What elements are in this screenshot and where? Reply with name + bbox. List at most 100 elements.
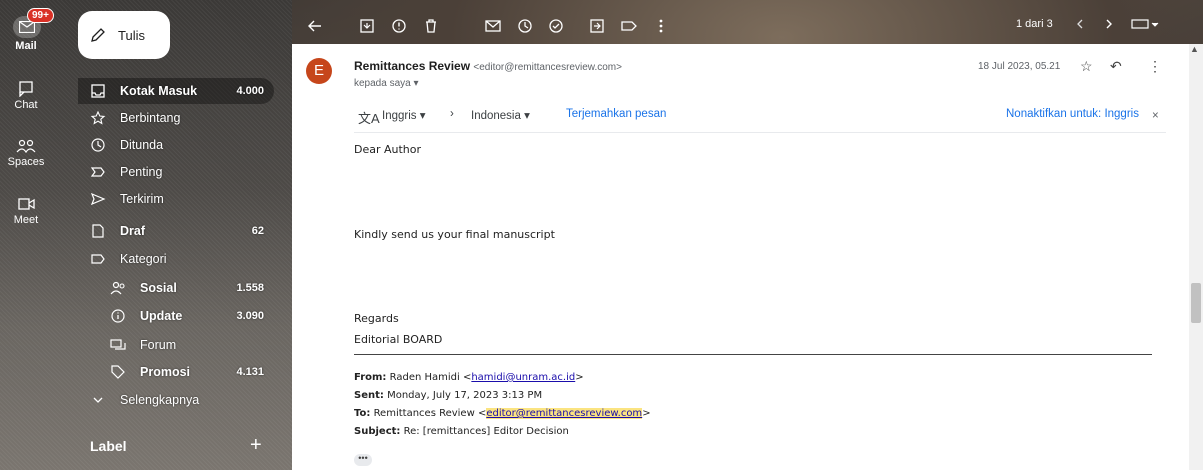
nav-inbox[interactable]: Kotak Masuk 4.000	[78, 78, 274, 104]
label-icon	[91, 254, 105, 264]
quoted-sent: Sent: Monday, July 17, 2023 3:13 PM	[354, 390, 543, 401]
quoted-to-email-link[interactable]: editor@remittancesreview.com	[486, 408, 643, 419]
source-language: Inggris	[382, 110, 417, 122]
sender-avatar[interactable]: E	[306, 58, 332, 84]
scroll-up-icon[interactable]: ▲	[1190, 44, 1199, 54]
mark-unread-icon[interactable]	[484, 17, 502, 35]
rail-meet-label: Meet	[13, 214, 39, 226]
body-request: Kindly send us your final manuscript	[354, 228, 555, 241]
scrollbar-thumb[interactable]	[1191, 283, 1201, 323]
prev-page-icon[interactable]	[1074, 17, 1086, 31]
nav-drafts-label: Draf	[120, 224, 146, 238]
label-as-icon[interactable]	[620, 17, 638, 35]
rail-chat-label: Chat	[14, 99, 38, 111]
compose-label: Tulis	[118, 27, 145, 43]
labels-header: Label	[90, 438, 127, 454]
arrow-right-icon: ›	[450, 108, 454, 120]
close-icon[interactable]: ×	[1152, 110, 1159, 122]
archive-icon[interactable]	[358, 17, 376, 35]
pagination-text: 1 dari 3	[1016, 18, 1053, 30]
more-vertical-icon[interactable]: ⋮	[1148, 58, 1162, 75]
nav-promotions[interactable]: Promosi 4.131	[78, 359, 274, 385]
translate-bar: 文A Inggris ▾ › Indonesia ▾ Terjemahkan p…	[354, 106, 1166, 126]
recipient-label: kepada saya	[354, 78, 411, 89]
tag-icon	[111, 365, 125, 379]
report-spam-icon[interactable]	[390, 17, 408, 35]
delete-icon[interactable]	[422, 17, 440, 35]
nav-drafts[interactable]: Draf 62	[78, 218, 274, 244]
forum-icon	[110, 339, 126, 350]
rail-mail[interactable]: 99+ Mail	[0, 8, 54, 52]
send-icon	[90, 192, 106, 206]
rail-spaces-label: Spaces	[7, 156, 45, 168]
quoted-subject: Subject: Re: [remittances] Editor Decisi…	[354, 426, 569, 437]
nav-social[interactable]: Sosial 1.558	[78, 275, 274, 301]
compose-button[interactable]: Tulis	[78, 11, 170, 59]
add-label-button[interactable]: +	[250, 434, 262, 457]
nav-forums-label: Forum	[140, 338, 177, 352]
scrollbar-track[interactable]	[1189, 44, 1203, 470]
sender-email: <editor@remittancesreview.com>	[473, 62, 622, 73]
nav-starred-label: Berbintang	[120, 111, 181, 125]
nav-social-count: 1.558	[236, 282, 264, 294]
chevron-down-icon	[93, 397, 103, 403]
nav-important-label: Penting	[120, 165, 163, 179]
nav-promotions-label: Promosi	[140, 365, 191, 379]
nav-categories[interactable]: Kategori	[78, 246, 274, 272]
nav-snoozed[interactable]: Ditunda	[78, 132, 274, 158]
quoted-to: To: Remittances Review <editor@remittanc…	[354, 408, 651, 419]
nav-updates[interactable]: Update 3.090	[78, 303, 274, 329]
body-signature: Editorial BOARD	[354, 333, 443, 346]
nav-important[interactable]: Penting	[78, 159, 274, 185]
back-arrow-icon[interactable]	[306, 17, 324, 35]
quoted-from: From: Raden Hamidi <hamidi@unram.ac.id>	[354, 372, 584, 383]
body-closing: Regards	[354, 312, 399, 325]
next-page-icon[interactable]	[1103, 17, 1115, 31]
target-language: Indonesia	[471, 110, 521, 122]
nav-updates-label: Update	[140, 309, 183, 323]
source-language-select[interactable]: Inggris ▾	[382, 108, 426, 122]
more-vertical-icon[interactable]	[652, 17, 670, 35]
nav-sent[interactable]: Terkirim	[78, 186, 274, 212]
nav-categories-label: Kategori	[120, 252, 167, 266]
target-language-select[interactable]: Indonesia ▾	[471, 108, 530, 122]
body-greeting: Dear Author	[354, 143, 422, 156]
reply-icon[interactable]: ↶	[1110, 58, 1122, 75]
unread-badge: 99+	[27, 8, 54, 23]
nav-starred[interactable]: Berbintang	[78, 105, 274, 131]
nav-forums[interactable]: Forum	[78, 332, 274, 358]
star-icon	[90, 110, 106, 125]
nav-updates-count: 3.090	[236, 310, 264, 322]
input-tools-icon[interactable]	[1131, 18, 1161, 30]
quote-divider	[354, 354, 1152, 355]
rail-mail-label: Mail	[15, 40, 37, 52]
message-panel: E Remittances Review <editor@remittances…	[292, 44, 1203, 470]
add-task-icon[interactable]	[548, 17, 566, 35]
rail-chat[interactable]: Chat	[0, 81, 52, 111]
app-rail: 99+ Mail Chat Spaces Meet	[0, 0, 54, 470]
video-camera-icon	[18, 198, 35, 210]
nav-sent-label: Terkirim	[120, 192, 164, 206]
info-icon	[111, 309, 125, 323]
nav-social-label: Sosial	[140, 281, 177, 295]
show-trimmed-content-button[interactable]: •••	[354, 454, 372, 466]
people-icon	[110, 281, 125, 295]
translate-message-link[interactable]: Terjemahkan pesan	[566, 108, 666, 120]
recipient-toggle[interactable]: kepada saya ▾	[354, 78, 419, 89]
divider	[354, 132, 1166, 133]
star-icon[interactable]: ☆	[1080, 58, 1093, 75]
snooze-icon[interactable]	[516, 17, 534, 35]
rail-spaces[interactable]: Spaces	[0, 138, 52, 168]
nav-more[interactable]: Selengkapnya	[78, 387, 274, 413]
move-to-icon[interactable]	[588, 17, 606, 35]
disable-translation-link[interactable]: Nonaktifkan untuk: Inggris	[1006, 108, 1139, 120]
draft-icon	[92, 224, 104, 238]
translate-icon: 文A	[358, 111, 380, 126]
nav-inbox-count: 4.000	[236, 85, 264, 97]
message-toolbar	[292, 8, 1203, 44]
nav-snoozed-label: Ditunda	[120, 138, 164, 152]
quoted-from-email-link[interactable]: hamidi@unram.ac.id	[471, 372, 575, 383]
rail-meet[interactable]: Meet	[0, 196, 52, 226]
nav-drafts-count: 62	[251, 225, 264, 237]
sender-name[interactable]: Remittances Review	[354, 59, 470, 73]
